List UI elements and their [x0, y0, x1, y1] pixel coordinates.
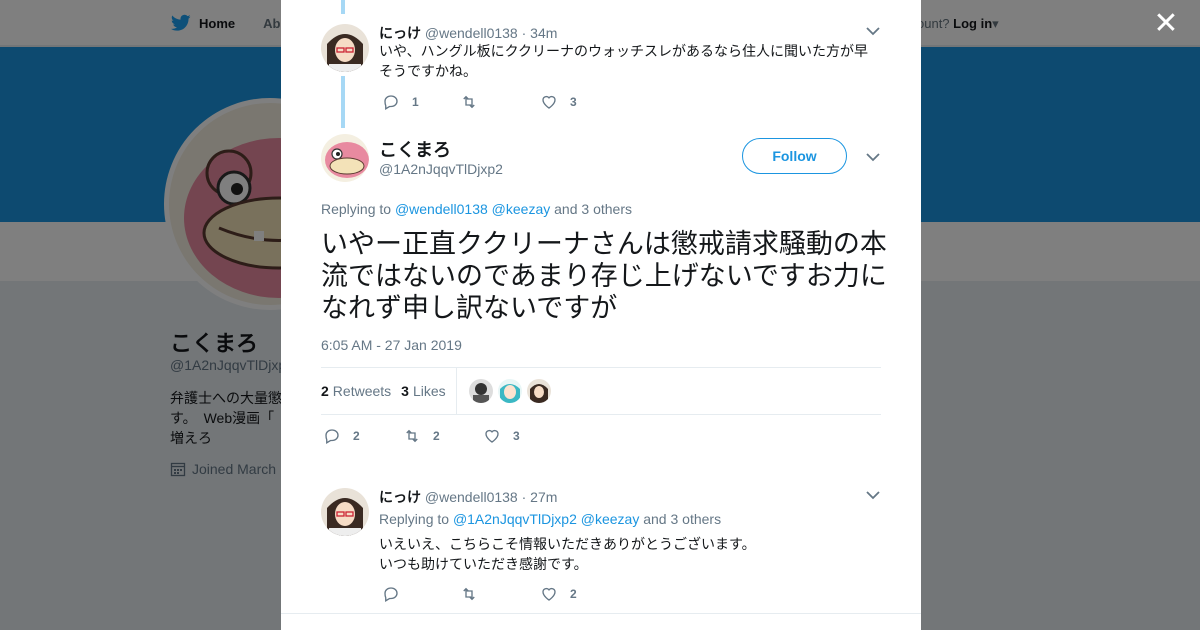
tweet-modal: にっけ @wendell0138 · 34m いや、ハングル板にククリーナのウォ… [281, 0, 921, 630]
thread-line-top [341, 0, 345, 14]
nikke-avatar-image [321, 488, 369, 536]
reply-action[interactable]: 1 [382, 93, 460, 111]
like-count: 3 [513, 429, 520, 443]
reply-icon [384, 95, 398, 110]
retweet-count: 2 [433, 429, 440, 443]
retweet-icon [463, 95, 475, 109]
likes-stat-count: 3 [401, 383, 409, 399]
tweet-header: にっけ @wendell0138 · 34m [379, 23, 557, 43]
retweet-icon [406, 429, 418, 443]
retweet-action[interactable] [460, 93, 540, 111]
like-action[interactable]: 3 [483, 427, 520, 445]
liker-avatar[interactable] [526, 379, 551, 403]
reply-action[interactable] [382, 585, 460, 603]
reply-action[interactable]: 2 [323, 427, 403, 445]
slowpoke-avatar-image [321, 134, 369, 182]
tweet-text-line: いえいえ、こちらこそ情報いただきありがとうございます。 [379, 536, 756, 552]
avatar[interactable] [321, 134, 369, 182]
tweet-time[interactable]: · 34m [522, 25, 558, 41]
chevron-down-icon[interactable] [865, 487, 881, 503]
follow-button[interactable]: Follow [742, 138, 847, 174]
retweets-stat-count: 2 [321, 383, 329, 399]
tweet-time[interactable]: · 27m [522, 489, 558, 505]
tweet-text: いやー正直ククリーナさんは懲戒請求騒動の本流ではないのであまり存じ上げないですお… [321, 229, 887, 323]
liker-avatar-image [497, 379, 522, 403]
mention-link[interactable]: @keezay [581, 511, 640, 527]
display-name[interactable]: にっけ [379, 489, 421, 505]
others-link[interactable]: and 3 others [554, 201, 632, 217]
like-count: 3 [570, 95, 577, 109]
liker-avatar-image [526, 379, 551, 403]
tweet-text-line: いつも助けていただき感謝です。 [379, 556, 588, 572]
chevron-down-icon[interactable] [865, 149, 881, 165]
reply-icon [325, 429, 339, 444]
display-name[interactable]: こくまろ [379, 136, 451, 162]
replying-prefix: Replying to [321, 201, 392, 217]
tweet-actions: 1 3 [382, 93, 577, 111]
reply-count: 2 [353, 429, 360, 443]
retweet-action[interactable] [460, 585, 540, 603]
liker-avatar-image [468, 379, 493, 403]
tweet-timestamp[interactable]: 6:05 AM - 27 Jan 2019 [321, 337, 462, 353]
divider [281, 613, 921, 614]
tweet-actions: 2 2 3 [323, 427, 520, 445]
heart-icon [485, 429, 499, 443]
mention-link[interactable]: @wendell0138 [395, 201, 488, 217]
tweet-text: いや、ハングル板にククリーナのウォッチスレがあるなら住人に聞いた方が早そうですか… [379, 43, 869, 79]
likes-stat[interactable]: 3 Likes [401, 383, 445, 399]
mention-link[interactable]: @keezay [492, 201, 551, 217]
retweets-stat-label: Retweets [332, 383, 392, 399]
retweet-icon [463, 587, 475, 601]
stats-divider [455, 367, 457, 415]
reply-icon [384, 587, 398, 602]
like-count: 2 [570, 587, 577, 601]
mention-link[interactable]: @1A2nJqqvTlDjxp2 [453, 511, 577, 527]
replying-to: Replying to @1A2nJqqvTlDjxp2 @keezay and… [379, 511, 721, 527]
like-action[interactable]: 3 [540, 93, 577, 111]
replying-prefix: Replying to [379, 511, 450, 527]
tweet-stats: 2 Retweets 3 Likes [321, 367, 881, 415]
tweet-header: にっけ @wendell0138 · 27m [379, 487, 557, 507]
close-icon[interactable]: ✕ [1152, 9, 1180, 39]
tweet-text: いえいえ、こちらこそ情報いただきありがとうございます。 いつも助けていただき感謝… [379, 534, 879, 574]
avatar[interactable] [321, 488, 369, 536]
heart-icon [542, 587, 556, 601]
nikke-avatar-image [321, 24, 369, 72]
like-action[interactable]: 2 [540, 585, 577, 603]
liker-avatar[interactable] [468, 379, 493, 403]
thread-line-prev [341, 76, 345, 128]
handle[interactable]: @1A2nJqqvTlDjxp2 [379, 161, 503, 177]
handle[interactable]: @wendell0138 [425, 489, 518, 505]
likes-stat-label: Likes [412, 383, 446, 399]
retweets-stat[interactable]: 2 Retweets [321, 383, 391, 399]
others-link[interactable]: and 3 others [643, 511, 721, 527]
handle[interactable]: @wendell0138 [425, 25, 518, 41]
reply-count: 1 [412, 95, 419, 109]
chevron-down-icon[interactable] [865, 23, 881, 39]
display-name[interactable]: にっけ [379, 25, 421, 41]
avatar[interactable] [321, 24, 369, 72]
replying-to: Replying to @wendell0138 @keezay and 3 o… [321, 201, 632, 217]
liker-avatars [468, 379, 551, 403]
liker-avatar[interactable] [497, 379, 522, 403]
tweet-actions: 2 [382, 585, 577, 603]
retweet-action[interactable]: 2 [403, 427, 483, 445]
heart-icon [542, 95, 556, 109]
